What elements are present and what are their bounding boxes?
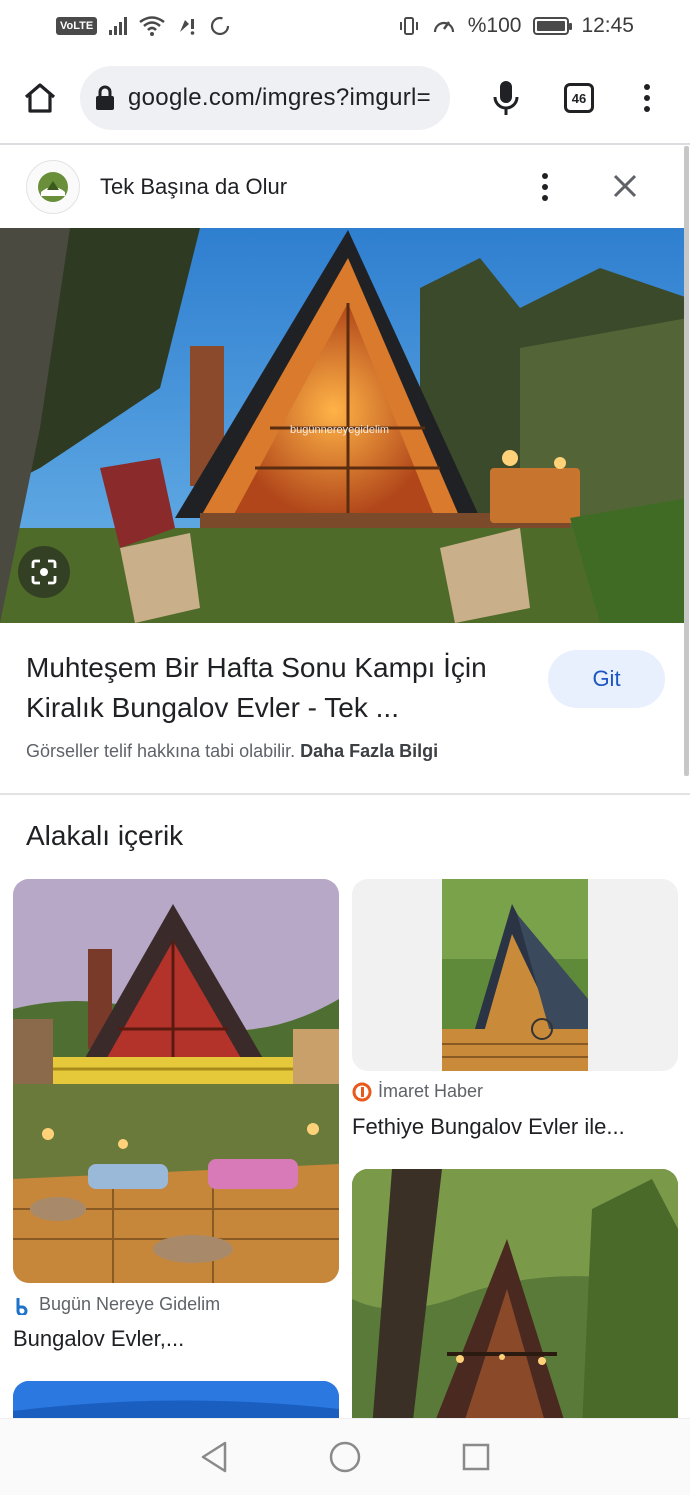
speed-icon [433, 21, 454, 33]
sync-icon [211, 16, 230, 36]
lens-button[interactable] [18, 546, 70, 598]
signal-icon [109, 17, 128, 35]
url-text[interactable]: google.com/imgres?imgurl= [128, 84, 431, 112]
bugun-logo-icon [16, 1297, 28, 1315]
related-card-image[interactable] [13, 879, 339, 1283]
lock-icon [96, 85, 114, 110]
battery-icon [533, 17, 573, 35]
battery-fill [537, 21, 566, 31]
recents-icon[interactable] [461, 1442, 491, 1472]
address-bar[interactable]: google.com/imgres?imgurl= [80, 66, 450, 130]
related-card-source-name: Bugün Nereye Gidelim [39, 1294, 221, 1314]
tab-switcher-button[interactable]: 46 [564, 83, 594, 113]
hero-illustration: bugünnereyegidelim [0, 228, 688, 623]
related-card-image[interactable] [352, 879, 678, 1071]
volte-badge: VoLTE [56, 17, 98, 35]
copyright-text: Görseller telif hakkına tabi olabilir. [26, 741, 301, 761]
go-button-label: Git [592, 666, 621, 691]
hero-image[interactable]: bugünnereyegidelim [0, 228, 688, 623]
status-bar: VoLTE %100 12:45 [0, 0, 690, 52]
related-card-title[interactable]: Fethiye Bungalov Evler ile... [352, 1114, 625, 1140]
voice-search-button[interactable] [488, 76, 524, 120]
watermark-text: bugünnereyegidelim [290, 424, 389, 436]
clock: 12:45 [581, 14, 634, 37]
related-heading: Alakalı içerik [26, 820, 184, 851]
site-logo[interactable] [26, 160, 80, 214]
related-card-source[interactable]: Bugün Nereye Gidelim [13, 1294, 220, 1315]
more-options-button[interactable] [542, 173, 548, 201]
related-illustration [352, 1169, 678, 1429]
wifi-icon [139, 16, 165, 36]
notification-icon [180, 19, 195, 35]
related-card-title[interactable]: Bungalov Evler,... [13, 1326, 184, 1352]
result-title[interactable]: Muhteşem Bir Hafta Sonu Kampı İçin Kiral… [26, 648, 526, 728]
microphone-icon [493, 81, 519, 115]
related-illustration [13, 879, 339, 1283]
scrollbar[interactable] [684, 146, 689, 776]
home-nav-icon[interactable] [328, 1440, 362, 1474]
status-right: %100 12:45 [398, 14, 634, 38]
tab-count: 46 [571, 90, 587, 106]
browser-menu-button[interactable] [642, 84, 652, 112]
back-icon[interactable] [199, 1440, 229, 1474]
related-card-source-name: İmaret Haber [378, 1081, 484, 1101]
system-navigation-bar [0, 1418, 690, 1495]
imaret-logo-icon [352, 1082, 372, 1101]
related-card-image[interactable] [352, 1169, 678, 1429]
vibrate-icon [399, 17, 418, 35]
close-icon[interactable] [612, 173, 638, 199]
related-card-source[interactable]: İmaret Haber [352, 1081, 483, 1102]
go-button[interactable]: Git [548, 650, 665, 708]
source-header: Tek Başına da Olur [0, 145, 690, 229]
related-illustration [352, 879, 678, 1071]
copyright-notice: Görseller telif hakkına tabi olabilir. D… [26, 741, 438, 762]
google-lens-icon [31, 559, 57, 585]
home-button[interactable] [20, 78, 60, 118]
battery-percent: %100 [467, 14, 522, 37]
site-logo-icon [38, 172, 68, 202]
more-info-link[interactable]: Daha Fazla Bilgi [300, 741, 438, 761]
status-left: VoLTE [56, 15, 231, 37]
browser-toolbar: google.com/imgres?imgurl= 46 [0, 52, 690, 144]
site-name[interactable]: Tek Başına da Olur [100, 174, 287, 200]
section-divider [0, 793, 690, 795]
home-icon [24, 83, 56, 113]
